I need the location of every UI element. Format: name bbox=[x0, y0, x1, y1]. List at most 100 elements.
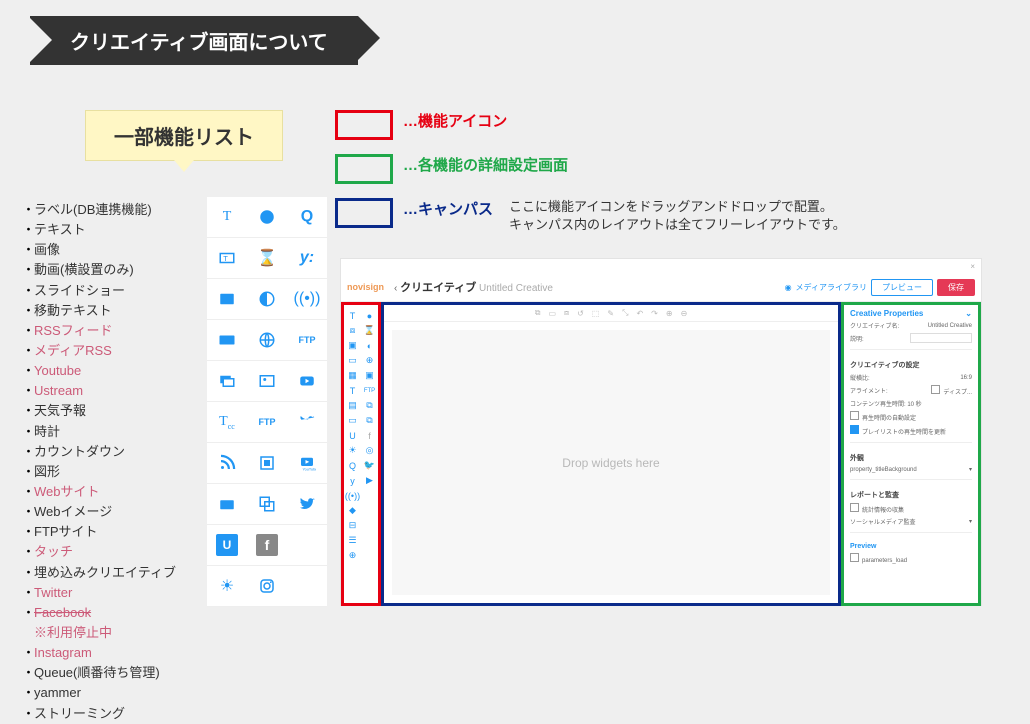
mini-mrss-icon[interactable]: ▭ bbox=[344, 413, 361, 428]
movingtext-icon[interactable]: Tcc bbox=[207, 402, 247, 442]
mini-rss-icon[interactable]: ▤ bbox=[344, 398, 361, 413]
mini-icon-rail: T● ⧈⌛ ▣◐ ▭⊕ ▦▣ TFTP ▤⧉ ▭⧉ Uf ☀◎ Q🐦 y▶ ((… bbox=[341, 302, 381, 606]
feature-item: 時計 bbox=[34, 422, 60, 442]
mini-countdown-icon[interactable]: ⌛ bbox=[361, 323, 378, 338]
ustream-icon[interactable]: U bbox=[207, 525, 247, 565]
editor-window: × novisign ‹ クリエイティブ Untitled Creative ◉… bbox=[340, 258, 982, 606]
feature-item: Queue(順番待ち管理) bbox=[34, 663, 160, 683]
mini-text-icon[interactable]: T bbox=[344, 308, 361, 323]
legend-red: …機能アイコン bbox=[335, 110, 846, 140]
mini-web-icon[interactable]: ⊕ bbox=[361, 353, 378, 368]
mediarss-icon[interactable] bbox=[207, 484, 247, 524]
touch-icon[interactable] bbox=[247, 443, 287, 483]
mini-extra1-icon[interactable]: ◆ bbox=[344, 503, 361, 518]
save-button[interactable]: 保存 bbox=[937, 279, 975, 296]
mini-video-icon[interactable]: ▭ bbox=[344, 353, 361, 368]
mini-q-icon[interactable]: Q bbox=[344, 458, 361, 473]
legend: …機能アイコン …各機能の詳細設定画面 …キャンパス ここに機能アイコンをドラッ… bbox=[335, 110, 846, 248]
feature-item: 天気予報 bbox=[34, 401, 86, 421]
feature-item: 埋め込みクリエイティブ bbox=[34, 563, 176, 583]
mini-shape-icon[interactable]: ◐ bbox=[361, 338, 378, 353]
feature-item: Webサイト bbox=[34, 482, 100, 502]
properties-panel: Creative Properties⌄ クリエイティブ名:Untitled C… bbox=[841, 302, 981, 606]
desc-input[interactable] bbox=[910, 333, 972, 343]
feature-item: Ustream bbox=[34, 381, 83, 401]
mini-ustream-icon[interactable]: U bbox=[344, 428, 361, 443]
mini-stream-icon[interactable]: ((•)) bbox=[344, 488, 361, 503]
mini-slide-icon[interactable]: ▦ bbox=[344, 368, 361, 383]
queue-icon[interactable]: Q bbox=[287, 197, 327, 237]
breadcrumb[interactable]: ‹ クリエイティブ Untitled Creative bbox=[394, 279, 553, 295]
twitter2-icon[interactable] bbox=[287, 484, 327, 524]
feature-item: Youtube bbox=[34, 361, 81, 381]
mini-ig-icon[interactable]: ◎ bbox=[361, 443, 378, 458]
feature-list: ・ラベル(DB連携機能)・テキスト・画像・動画(横設置のみ)・スライドショー・移… bbox=[22, 200, 176, 724]
mini-touch-icon[interactable]: ⧉ bbox=[361, 398, 378, 413]
text-icon[interactable]: T bbox=[207, 197, 247, 237]
instagram-icon[interactable] bbox=[247, 566, 287, 606]
ftp2-icon[interactable]: FTP bbox=[247, 402, 287, 442]
mini-fb-icon[interactable]: f bbox=[361, 428, 378, 443]
shape-icon[interactable] bbox=[247, 279, 287, 319]
website-icon[interactable] bbox=[247, 320, 287, 360]
youtube2-icon[interactable]: YouTube bbox=[287, 443, 327, 483]
twitter-icon[interactable] bbox=[287, 402, 327, 442]
mini-clock-icon[interactable]: ● bbox=[361, 308, 378, 323]
svg-text:YouTube: YouTube bbox=[303, 468, 317, 472]
mini-ftp-icon[interactable]: FTP bbox=[361, 383, 378, 398]
red-swatch bbox=[335, 110, 393, 140]
title-ribbon: クリエイティブ画面について bbox=[30, 18, 358, 62]
ftp-icon[interactable]: FTP bbox=[287, 320, 327, 360]
image-icon[interactable] bbox=[207, 279, 247, 319]
embed-icon[interactable] bbox=[247, 484, 287, 524]
feature-item: カウントダウン bbox=[34, 442, 125, 462]
feature-item: ストリーミング bbox=[34, 704, 125, 724]
webimage-icon[interactable] bbox=[247, 361, 287, 401]
mini-tw-icon[interactable]: 🐦 bbox=[361, 458, 378, 473]
weather-icon[interactable]: ☀ bbox=[207, 566, 247, 606]
mini-extra4-icon[interactable]: ⊕ bbox=[344, 548, 361, 563]
mini-extra3-icon[interactable]: ☰ bbox=[344, 533, 361, 548]
video-icon[interactable] bbox=[207, 320, 247, 360]
feature-item: 図形 bbox=[34, 462, 60, 482]
camera-icon[interactable]: ◉ bbox=[785, 283, 792, 292]
properties-title[interactable]: Creative Properties⌄ bbox=[850, 309, 972, 318]
mini-extra2-icon[interactable]: ⊟ bbox=[344, 518, 361, 533]
feature-item: Facebook bbox=[34, 603, 91, 623]
mini-image-icon[interactable]: ▣ bbox=[344, 338, 361, 353]
blue-swatch bbox=[335, 198, 393, 228]
feature-item: FTPサイト bbox=[34, 522, 98, 542]
mini-yt-icon[interactable]: ▶ bbox=[361, 473, 378, 488]
preview-button[interactable]: プレビュー bbox=[871, 279, 933, 296]
clock-icon[interactable] bbox=[247, 197, 287, 237]
streaming-icon[interactable]: ((•)) bbox=[287, 279, 327, 319]
mini-weather-icon[interactable]: ☀ bbox=[344, 443, 361, 458]
youtube-icon[interactable] bbox=[287, 361, 327, 401]
feature-item: スライドショー bbox=[34, 281, 125, 301]
media-library-link[interactable]: メディアライブラリ bbox=[796, 282, 867, 293]
mini-embed-icon[interactable]: ⧉ bbox=[361, 413, 378, 428]
rss-icon[interactable] bbox=[207, 443, 247, 483]
countdown-icon[interactable]: ⌛ bbox=[247, 238, 287, 278]
feature-item: テキスト bbox=[34, 220, 86, 240]
label-icon[interactable]: T bbox=[207, 238, 247, 278]
feature-list-callout: 一部機能リスト bbox=[85, 110, 283, 161]
close-icon[interactable]: × bbox=[970, 262, 975, 271]
green-swatch bbox=[335, 154, 393, 184]
facebook-icon[interactable]: f bbox=[247, 525, 287, 565]
mini-yam-icon[interactable]: y bbox=[344, 473, 361, 488]
legend-green: …各機能の詳細設定画面 bbox=[335, 154, 846, 184]
mini-label-icon[interactable]: ⧈ bbox=[344, 323, 361, 338]
mini-webimg-icon[interactable]: ▣ bbox=[361, 368, 378, 383]
slideshow-icon[interactable] bbox=[207, 361, 247, 401]
feature-item: Webイメージ bbox=[34, 502, 112, 522]
yammer-icon[interactable]: y: bbox=[287, 238, 327, 278]
feature-item: Instagram bbox=[34, 643, 92, 663]
feature-item: 画像 bbox=[34, 240, 60, 260]
icon-palette: TQ T⌛y: ((•)) FTP TccFTP YouTube Uf ☀ bbox=[207, 197, 327, 607]
feature-item: ラベル(DB連携機能) bbox=[34, 200, 152, 220]
feature-item: Twitter bbox=[34, 583, 72, 603]
canvas[interactable]: Drop widgets here bbox=[392, 330, 830, 595]
mini-moving-icon[interactable]: T bbox=[344, 383, 361, 398]
legend-blue: …キャンパス ここに機能アイコンをドラッグアンドドロップで配置。 キャンパス内の… bbox=[335, 198, 846, 234]
